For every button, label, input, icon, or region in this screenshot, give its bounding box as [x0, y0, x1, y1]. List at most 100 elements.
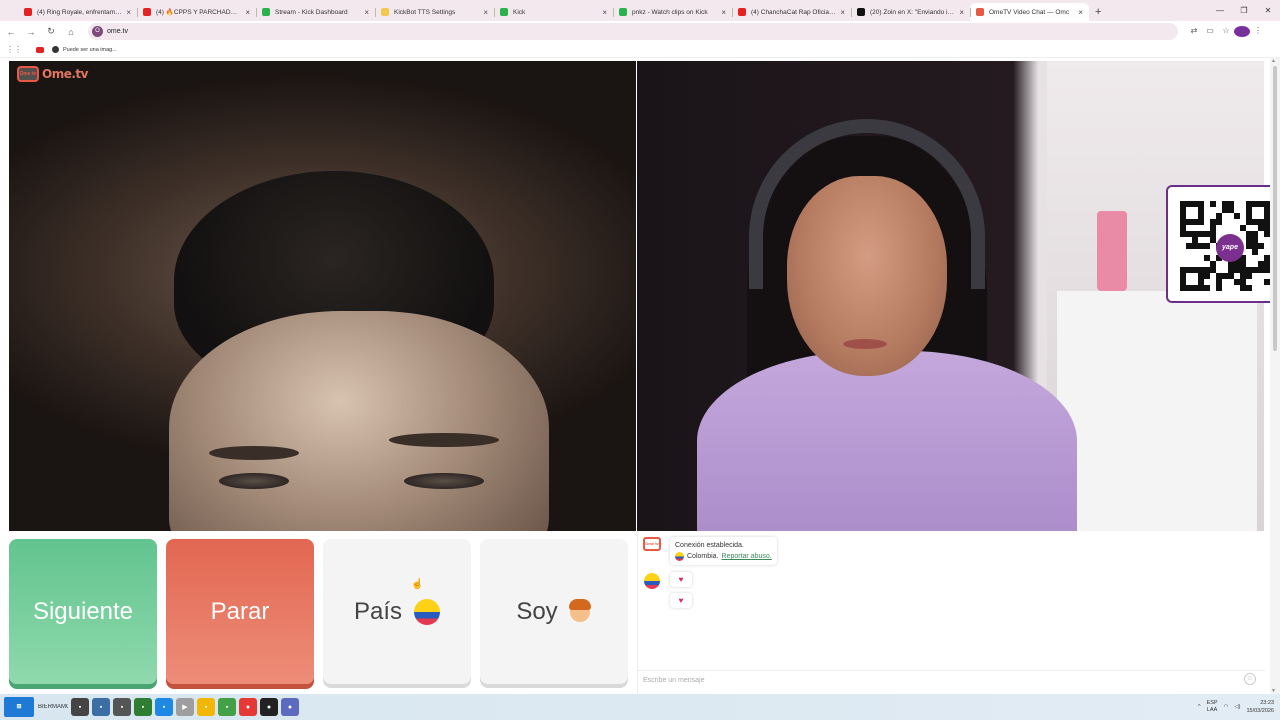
forward-icon[interactable]: → — [22, 27, 40, 37]
windows-taskbar: ⊞ BIERMAMOMAS3 ▪ ▪ ▪ ▪ ▪ ▶ ▪ ▪ ● ● ● ^ E… — [0, 694, 1280, 720]
clock[interactable]: 23:23 15/03/2026 — [1246, 699, 1274, 715]
tab-favicon-icon — [143, 8, 151, 16]
local-video: Ome tv Ome.tv — [9, 61, 636, 531]
close-window-button[interactable]: ✕ — [1256, 0, 1280, 21]
bookmark-star-icon[interactable]: ☆ — [1218, 26, 1234, 37]
message-input[interactable]: Escribe un mensaje — [638, 670, 1265, 690]
tab-close-icon[interactable]: × — [126, 8, 131, 17]
scroll-up-icon[interactable]: ▲ — [1271, 58, 1276, 64]
volume-icon[interactable]: ◁) — [1234, 704, 1240, 710]
browser-tab[interactable]: Kick × — [494, 3, 613, 21]
stop-button[interactable]: Parar — [166, 539, 314, 684]
chat-panel: Ome tv Conexión establecida. Colombia. R… — [637, 531, 1265, 694]
country-button[interactable]: País — [323, 539, 471, 684]
taskbar-app-icon[interactable]: ▪ — [92, 698, 110, 716]
tab-favicon-icon — [976, 8, 984, 16]
taskbar-app-icon[interactable]: ▪ — [71, 698, 89, 716]
taskbar-app-icon[interactable]: ▪ — [155, 698, 173, 716]
video-headset-shape — [749, 119, 985, 289]
video-shirt-shape — [697, 351, 1077, 531]
tab-close-icon[interactable]: × — [602, 8, 607, 17]
taskbar-app-icon[interactable]: ▪ — [113, 698, 131, 716]
reload-icon[interactable]: ↻ — [42, 26, 60, 37]
tab-close-icon[interactable]: × — [245, 8, 250, 17]
tab-close-icon[interactable]: × — [721, 8, 726, 17]
wifi-icon[interactable]: ◠ — [1224, 704, 1229, 710]
home-icon[interactable]: ⌂ — [62, 27, 80, 37]
video-brow-shape — [389, 433, 499, 447]
apps-grid-icon[interactable]: ⋮⋮ — [6, 45, 22, 54]
chat-message-heart: ♥ — [670, 572, 692, 587]
video-brow-shape — [209, 446, 299, 460]
obs-icon[interactable]: ● — [260, 698, 278, 716]
browser-tab[interactable]: Stream - Kick Dashboard × — [256, 3, 375, 21]
ometv-chat-logo: Ome tv — [643, 537, 661, 551]
tab-close-icon[interactable]: × — [1078, 8, 1083, 17]
tab-title: (4) 🔥CPPS Y PARCHADAS🔥 E — [156, 9, 241, 16]
tab-close-icon[interactable]: × — [840, 8, 845, 17]
country-button-label: País — [353, 597, 403, 625]
browser-tab[interactable]: (4) Ring Royale, enfrentamient × — [18, 3, 137, 21]
video-desk-shape — [1057, 291, 1257, 531]
ometv-wordmark: Ome.tv — [42, 67, 88, 81]
ometv-logo[interactable]: Ome tv Ome.tv — [17, 66, 88, 82]
emoji-icon[interactable]: ☺ — [1244, 673, 1256, 685]
folder-icon[interactable]: ▪ — [197, 698, 215, 716]
chat-message-heart: ♥ — [670, 593, 692, 608]
site-info-icon[interactable]: O — [92, 26, 103, 37]
video-mouth-shape — [843, 339, 887, 349]
tab-close-icon[interactable]: × — [364, 8, 369, 17]
cast-icon[interactable]: ▭ — [1202, 26, 1218, 37]
browser-tab[interactable]: (4) 🔥CPPS Y PARCHADAS🔥 E × — [137, 3, 256, 21]
video-face-shape — [169, 311, 549, 531]
tab-title: (4) ChanchaCat Rap Oficial - Yo — [751, 8, 837, 16]
menu-icon[interactable]: ⋮ — [1250, 26, 1266, 37]
back-icon[interactable]: ← — [2, 27, 20, 37]
taskbar-app-icon[interactable]: ▪ — [134, 698, 152, 716]
message-input-placeholder: Escribe un mensaje — [643, 677, 705, 684]
scroll-thumb[interactable] — [1273, 66, 1277, 351]
new-tab-button[interactable]: + — [1095, 6, 1101, 18]
ometv-tv-icon: Ome tv — [17, 66, 39, 82]
mouse-cursor-icon: ☝ — [411, 579, 424, 590]
tab-favicon-icon — [262, 8, 270, 16]
address-bar[interactable]: O ome.tv — [88, 23, 1178, 40]
youtube-bookmark-icon[interactable] — [36, 46, 44, 53]
tab-title: pnkz - Watch clips on Kick — [632, 8, 708, 16]
tab-close-icon[interactable]: × — [959, 8, 964, 17]
qr-badge: yape — [1216, 234, 1244, 262]
start-button[interactable]: ⊞ — [4, 697, 34, 717]
browser-tab[interactable]: (4) ChanchaCat Rap Oficial - Yo × — [732, 3, 851, 21]
report-abuse-link[interactable]: Reportar abuso. — [722, 551, 772, 562]
browser-tab[interactable]: (20) Zoin en X: "Enviando invita × — [851, 3, 970, 21]
tray-expand-icon[interactable]: ^ — [1198, 704, 1201, 710]
browser-tab[interactable]: pnkz - Watch clips on Kick × — [613, 3, 732, 21]
browser-tab[interactable]: KickBot TTS Settings × — [375, 3, 494, 21]
page-scrollbar[interactable]: ▲ ▼ — [1270, 58, 1280, 694]
discord-icon[interactable]: ● — [281, 698, 299, 716]
tab-title: KickBot TTS Settings — [394, 8, 456, 16]
taskbar-app-icon[interactable]: ▶ — [176, 698, 194, 716]
tab-favicon-icon — [619, 8, 627, 16]
language-indicator[interactable]: ESP LAA — [1207, 700, 1218, 714]
taskbar-app-icon[interactable]: ▪ — [218, 698, 236, 716]
maximize-button[interactable]: ❐ — [1232, 0, 1256, 21]
tab-title: OmeTV Video Chat — Omc — [989, 8, 1070, 16]
next-button-label: Siguiente — [32, 597, 134, 625]
tab-close-icon[interactable]: × — [483, 8, 488, 17]
chrome-icon[interactable]: ● — [239, 698, 257, 716]
bookmark-item[interactable]: Puede ser una imag... — [63, 47, 117, 53]
browser-tab-strip: (4) Ring Royale, enfrentamient × (4) 🔥CPPS… — [0, 0, 1280, 21]
profile-avatar[interactable]: J — [1234, 26, 1250, 37]
translate-icon[interactable]: ⇄ — [1186, 26, 1202, 37]
taskbar-label: BIERMAMOMAS3 — [38, 704, 68, 710]
video-eye-shape — [219, 473, 289, 489]
video-cup-shape — [1097, 211, 1127, 291]
tab-title: Stream - Kick Dashboard — [275, 8, 348, 16]
next-button[interactable]: Siguiente — [9, 539, 157, 684]
gender-button[interactable]: Soy — [480, 539, 628, 684]
minimize-button[interactable]: — — [1208, 0, 1232, 21]
video-eye-shape — [404, 473, 484, 489]
browser-tab[interactable]: OmeTV Video Chat — Omc × — [970, 3, 1089, 21]
tab-favicon-icon — [381, 8, 389, 16]
